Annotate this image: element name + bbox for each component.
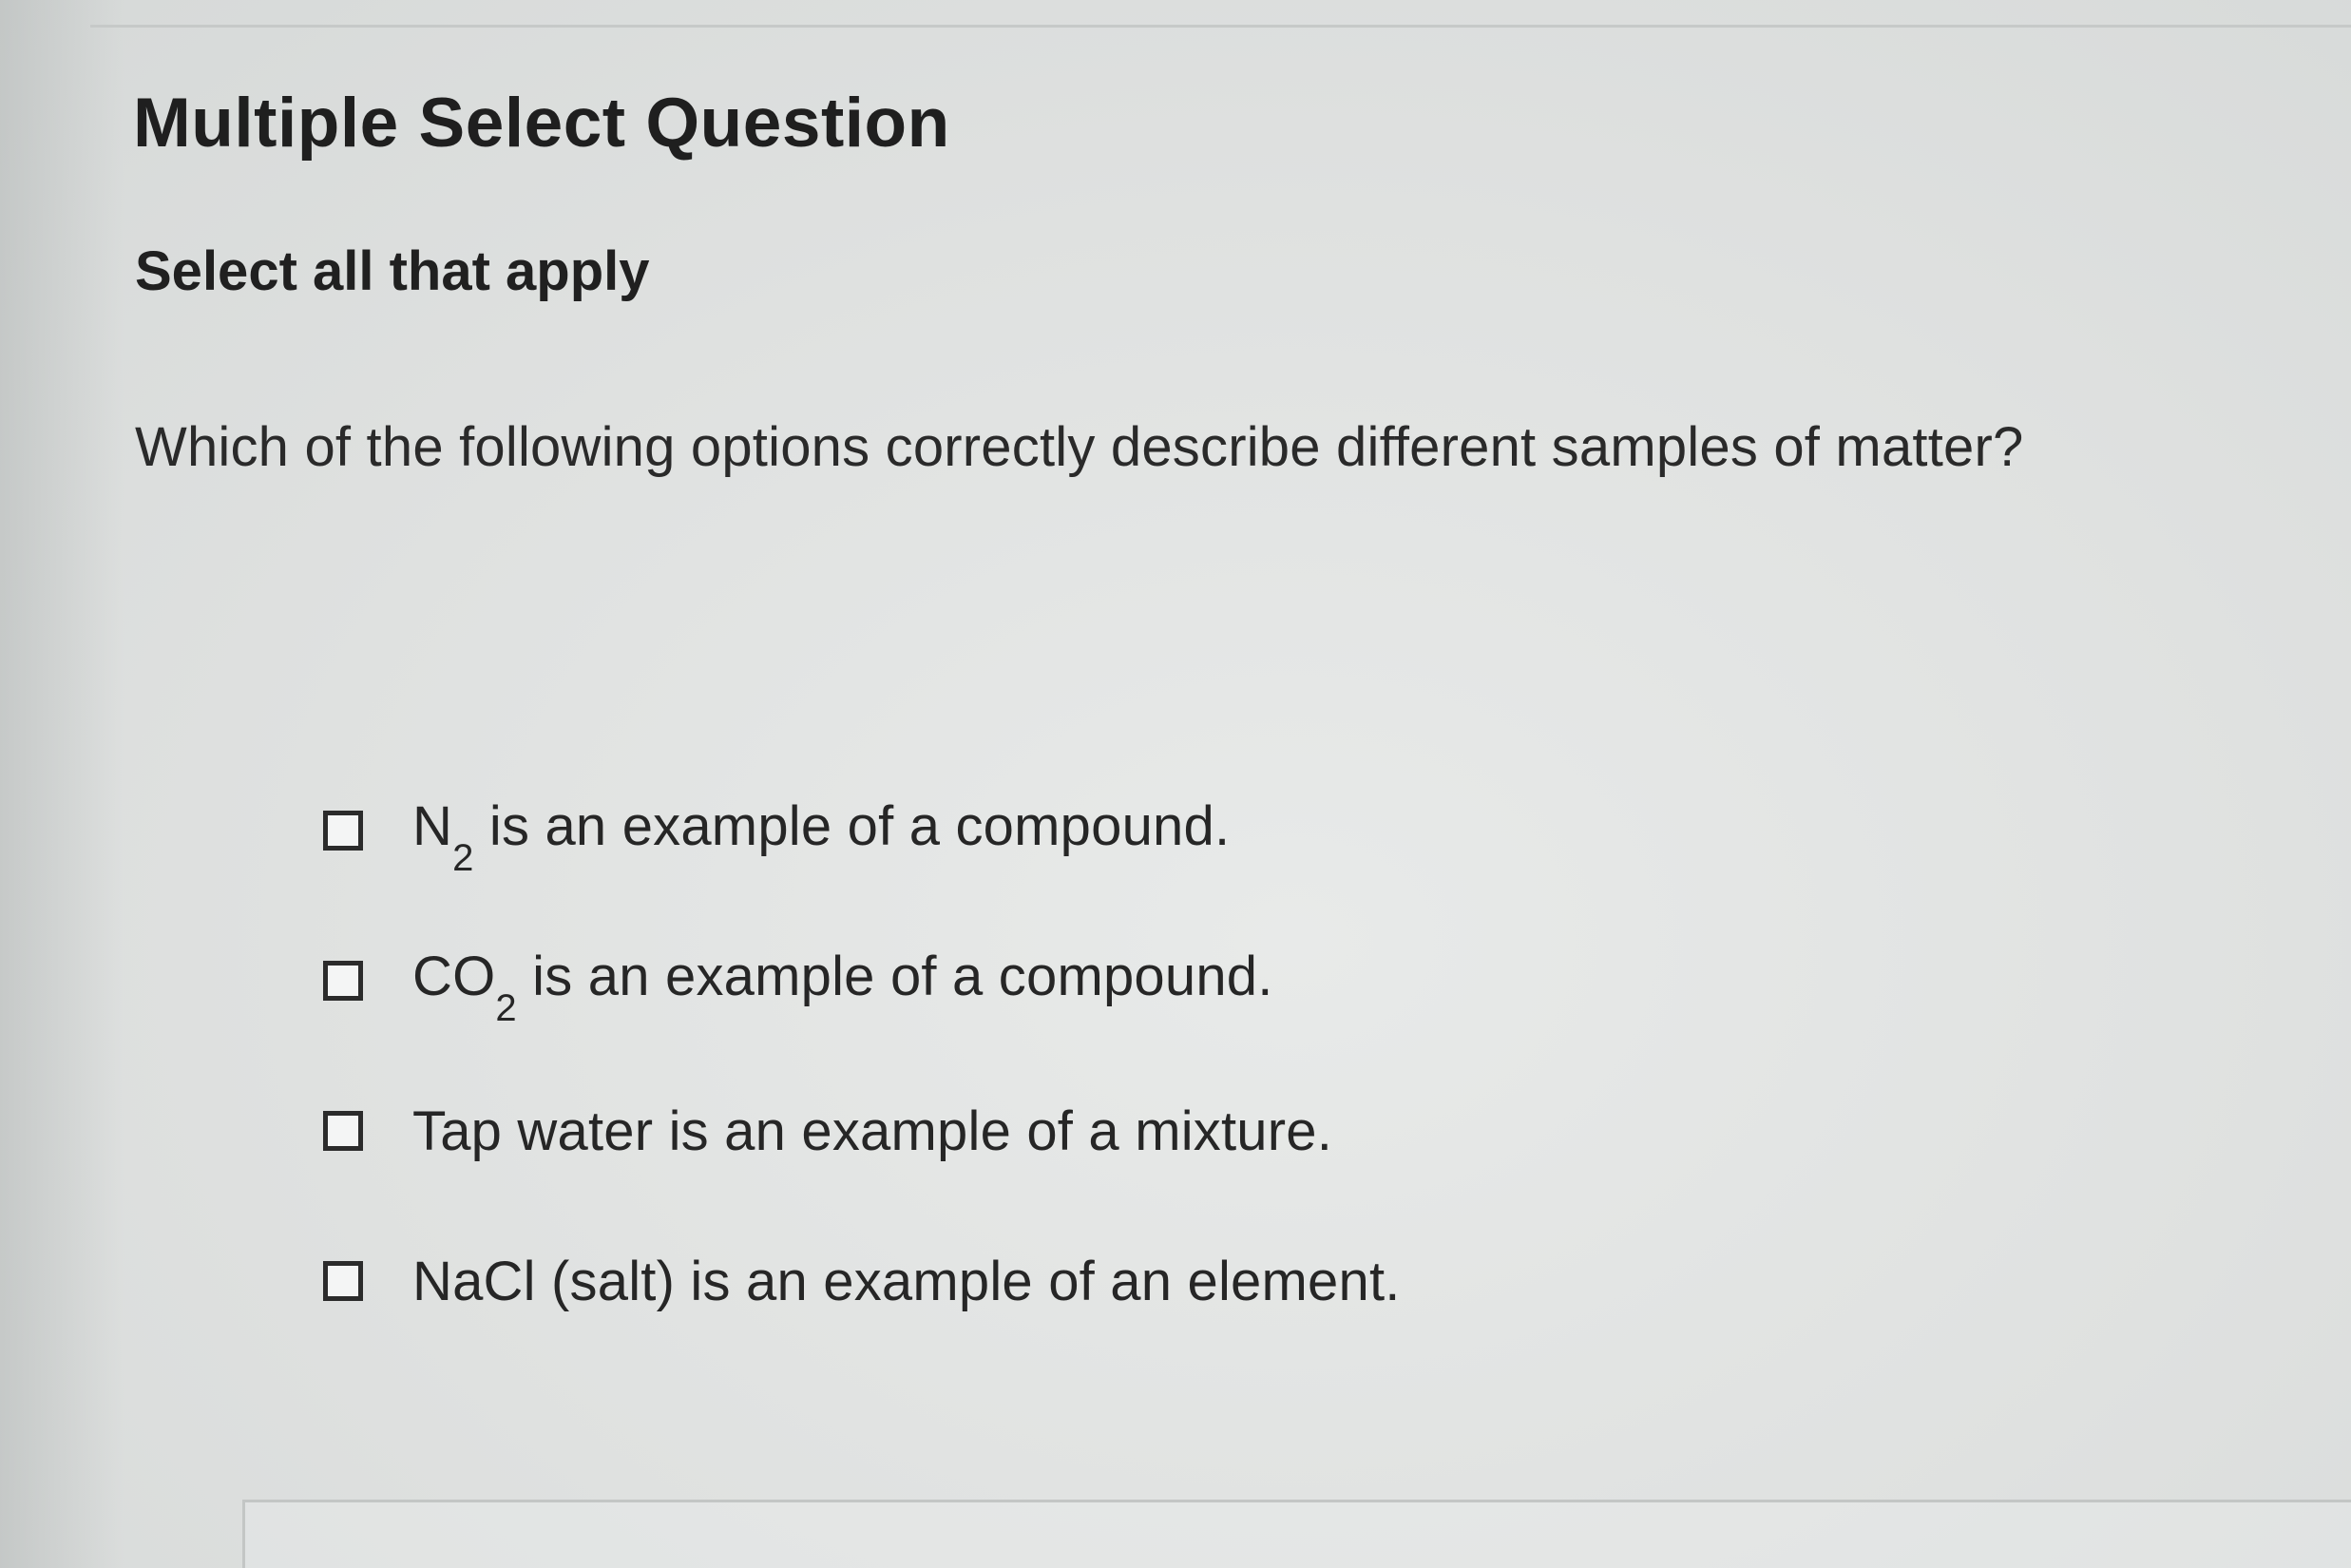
checkbox-co2-compound[interactable]	[323, 961, 363, 1001]
instruction-text: Select all that apply	[135, 240, 650, 302]
question-prompt: Which of the following options correctly…	[135, 416, 2024, 478]
page: Multiple Select Question Select all that…	[0, 0, 2351, 1568]
option-formula-subscript: 2	[452, 836, 474, 879]
checkbox-n2-compound[interactable]	[323, 811, 363, 851]
checkbox-tap-water-mixture[interactable]	[323, 1111, 363, 1151]
option-statement: is an example of a compound.	[473, 795, 1231, 858]
answer-option-label: NaCl (salt) is an example of an element.	[412, 1250, 1401, 1312]
answer-options-list: N2 is an example of a compound. CO2 is a…	[323, 794, 1401, 1394]
top-divider	[90, 25, 2351, 28]
answer-option[interactable]: Tap water is an example of a mixture.	[323, 1094, 1401, 1168]
option-formula-subscript: 2	[495, 986, 517, 1029]
option-statement: is an example of a compound.	[516, 946, 1273, 1008]
answer-option[interactable]: CO2 is an example of a compound.	[323, 944, 1401, 1029]
option-formula: CO	[412, 946, 496, 1008]
checkbox-nacl-element[interactable]	[323, 1261, 363, 1301]
answer-option-label: N2 is an example of a compound.	[412, 794, 1231, 879]
answer-option-label: CO2 is an example of a compound.	[412, 945, 1273, 1029]
answer-option[interactable]: N2 is an example of a compound.	[323, 794, 1401, 879]
next-section-panel	[242, 1500, 2351, 1568]
answer-option-label: Tap water is an example of a mixture.	[412, 1100, 1333, 1162]
answer-option[interactable]: NaCl (salt) is an example of an element.	[323, 1244, 1401, 1318]
option-formula: N	[412, 795, 453, 858]
question-type-heading: Multiple Select Question	[133, 85, 950, 162]
